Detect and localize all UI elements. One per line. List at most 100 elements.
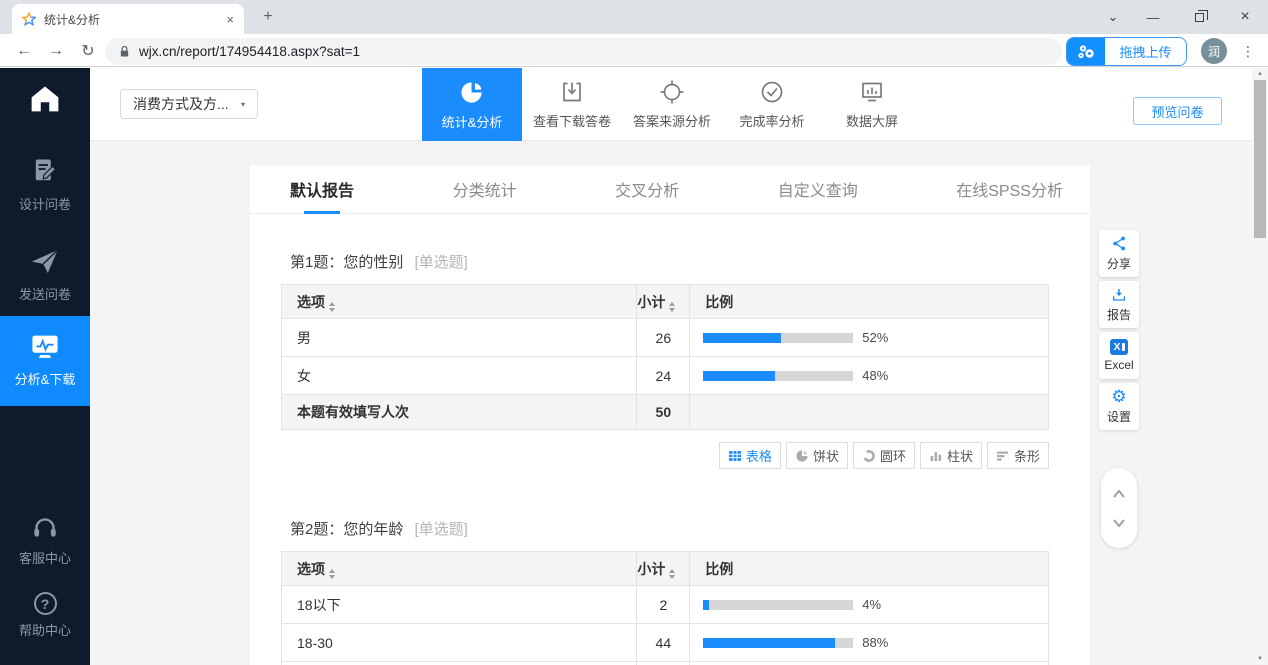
question-1-section: 第1题：您的性别 [单选题] 选项 小计 [250,251,1090,665]
tab-data-screen[interactable]: 数据大屏 [822,68,922,141]
share-button[interactable]: 分享 [1099,230,1139,277]
sidebar-item-analyze[interactable]: 分析&下载 [0,316,90,406]
address-bar[interactable]: wjx.cn/report/174954418.aspx?sat=1 [105,38,1062,65]
settings-button[interactable]: ⚙ 设置 [1099,383,1139,430]
question-pager [1101,468,1137,548]
browser-window: 统计&分析 × + ⌄ — × ← → ↻ wjx.cn/report/1749… [0,0,1268,665]
tab-title: 统计&分析 [44,11,218,28]
column-header-option[interactable]: 选项 [282,285,637,319]
donut-icon [862,449,876,463]
sidebar-item-design[interactable]: 设计问卷 [0,156,90,213]
send-questionnaire-icon [29,246,61,276]
maximize-button[interactable] [1176,0,1222,34]
table-icon [728,449,742,463]
report-tab-spss[interactable]: 在线SPSS分析 [956,165,1063,214]
profile-avatar[interactable]: 润 [1201,38,1227,64]
excel-icon: X [1110,339,1128,355]
browser-tab[interactable]: 统计&分析 × [12,4,244,34]
sort-icon[interactable] [669,302,675,312]
ratio-bar-track [703,638,853,648]
percent-label: 88% [862,635,888,650]
lock-icon [119,45,130,58]
tab-answer-source-analysis[interactable]: 答案来源分析 [622,68,722,141]
question-2-title: 第2题：您的年龄 [单选题] [290,518,1049,539]
crosshair-icon [659,79,685,105]
chevron-up-icon[interactable] [1110,488,1128,499]
ratio-bar-track [703,600,853,610]
report-tab-custom[interactable]: 自定义查询 [778,165,858,214]
minimize-button[interactable]: — [1130,0,1176,34]
sort-icon[interactable] [329,302,335,312]
valid-responses-count: 50 [637,395,690,430]
top-bar: 消费方式及方... ▼ 统计&分析 查看下载 [90,68,1252,141]
sidebar-label: 帮助中心 [0,620,90,639]
question-title-text: 第1题：您的性别 [290,254,403,271]
scroll-up-icon[interactable]: ▲ [1252,71,1268,77]
report-tab-cross[interactable]: 交叉分析 [615,165,679,214]
scrollbar-thumb[interactable] [1254,80,1266,238]
main-content: 默认报告 分类统计 交叉分析 自定义查询 在线SPSS分析 第1题：您的性别 [… [90,141,1252,665]
survey-dropdown[interactable]: 消费方式及方... ▼ [120,89,258,119]
back-button[interactable]: ← [12,39,36,63]
preview-questionnaire-button[interactable]: 预览问卷 [1133,97,1222,125]
sidebar-item-help[interactable]: ? 帮助中心 [0,592,90,639]
sidebar-item-send[interactable]: 发送问卷 [0,246,90,303]
page-scrollbar[interactable]: ▲ ▼ [1252,68,1268,665]
question-mark: ? [41,596,50,612]
sidebar-item-home[interactable] [0,82,90,117]
column-header-count[interactable]: 小计 [637,285,690,319]
excel-export-button[interactable]: X Excel [1099,332,1139,379]
chevron-down-icon[interactable] [1110,518,1128,529]
nav-tab-label: 完成率分析 [739,111,804,130]
report-download-button[interactable]: 报告 [1099,281,1139,328]
help-icon: ? [34,592,57,615]
column-header-count[interactable]: 小计 [637,552,690,586]
chart-type-table-button[interactable]: 表格 [719,442,781,469]
design-questionnaire-icon [30,156,60,186]
chart-type-pie-button[interactable]: 饼状 [786,442,848,469]
sidebar-item-service[interactable]: 客服中心 [0,514,90,567]
nav-tab-label: 查看下载答卷 [533,111,611,130]
floating-tools: 分享 报告 X Excel ⚙ [1099,230,1139,434]
tab-completion-rate[interactable]: 完成率分析 [722,68,822,141]
netdisk-upload-extension[interactable]: 拖拽上传 [1066,37,1187,66]
new-tab-button[interactable]: + [256,7,280,28]
question-type-tag: [单选题] [415,254,468,271]
ratio-bar-fill [703,333,781,343]
tab-statistics-analysis[interactable]: 统计&分析 [422,68,522,141]
report-tab-category[interactable]: 分类统计 [453,165,517,214]
headset-icon [30,514,60,540]
bar-chart-icon [996,449,1010,463]
chart-type-buttons: 表格 饼状 圆环 [281,442,1049,469]
browser-menu-icon[interactable]: ⋮ [1239,39,1257,63]
chart-type-donut-button[interactable]: 圆环 [853,442,915,469]
chart-type-column-button[interactable]: 柱状 [920,442,982,469]
column-header-option[interactable]: 选项 [282,552,637,586]
download-answers-icon [559,79,585,105]
reload-button[interactable]: ↻ [76,39,100,63]
tab-view-download-answers[interactable]: 查看下载答卷 [522,68,622,141]
tab-close-icon[interactable]: × [226,12,234,27]
report-tab-default[interactable]: 默认报告 [290,165,354,214]
forward-button[interactable]: → [44,39,68,63]
option-cell: 男 [282,319,637,357]
ratio-bar-fill [703,371,775,381]
percent-label: 52% [862,330,888,345]
chart-type-bar-button[interactable]: 条形 [987,442,1049,469]
scroll-down-icon[interactable]: ▼ [1252,656,1268,662]
table-row: 18以下 2 4% [282,586,1049,624]
gear-icon: ⚙ [1111,388,1126,405]
column-chart-icon [929,449,943,463]
column-header-ratio: 比例 [690,552,1049,586]
window-close-button[interactable]: × [1222,0,1268,34]
check-circle-icon [759,79,785,105]
sort-icon[interactable] [329,569,335,579]
analyze-download-icon [29,333,61,361]
sidebar-label: 发送问卷 [0,284,90,303]
window-chevron-icon[interactable]: ⌄ [1096,0,1130,34]
netdisk-icon [1067,38,1105,65]
ratio-bar-track [703,371,853,381]
ratio-cell: 88% [690,624,1049,662]
question-2-table: 选项 小计 比例 [281,551,1049,665]
sort-icon[interactable] [669,569,675,579]
